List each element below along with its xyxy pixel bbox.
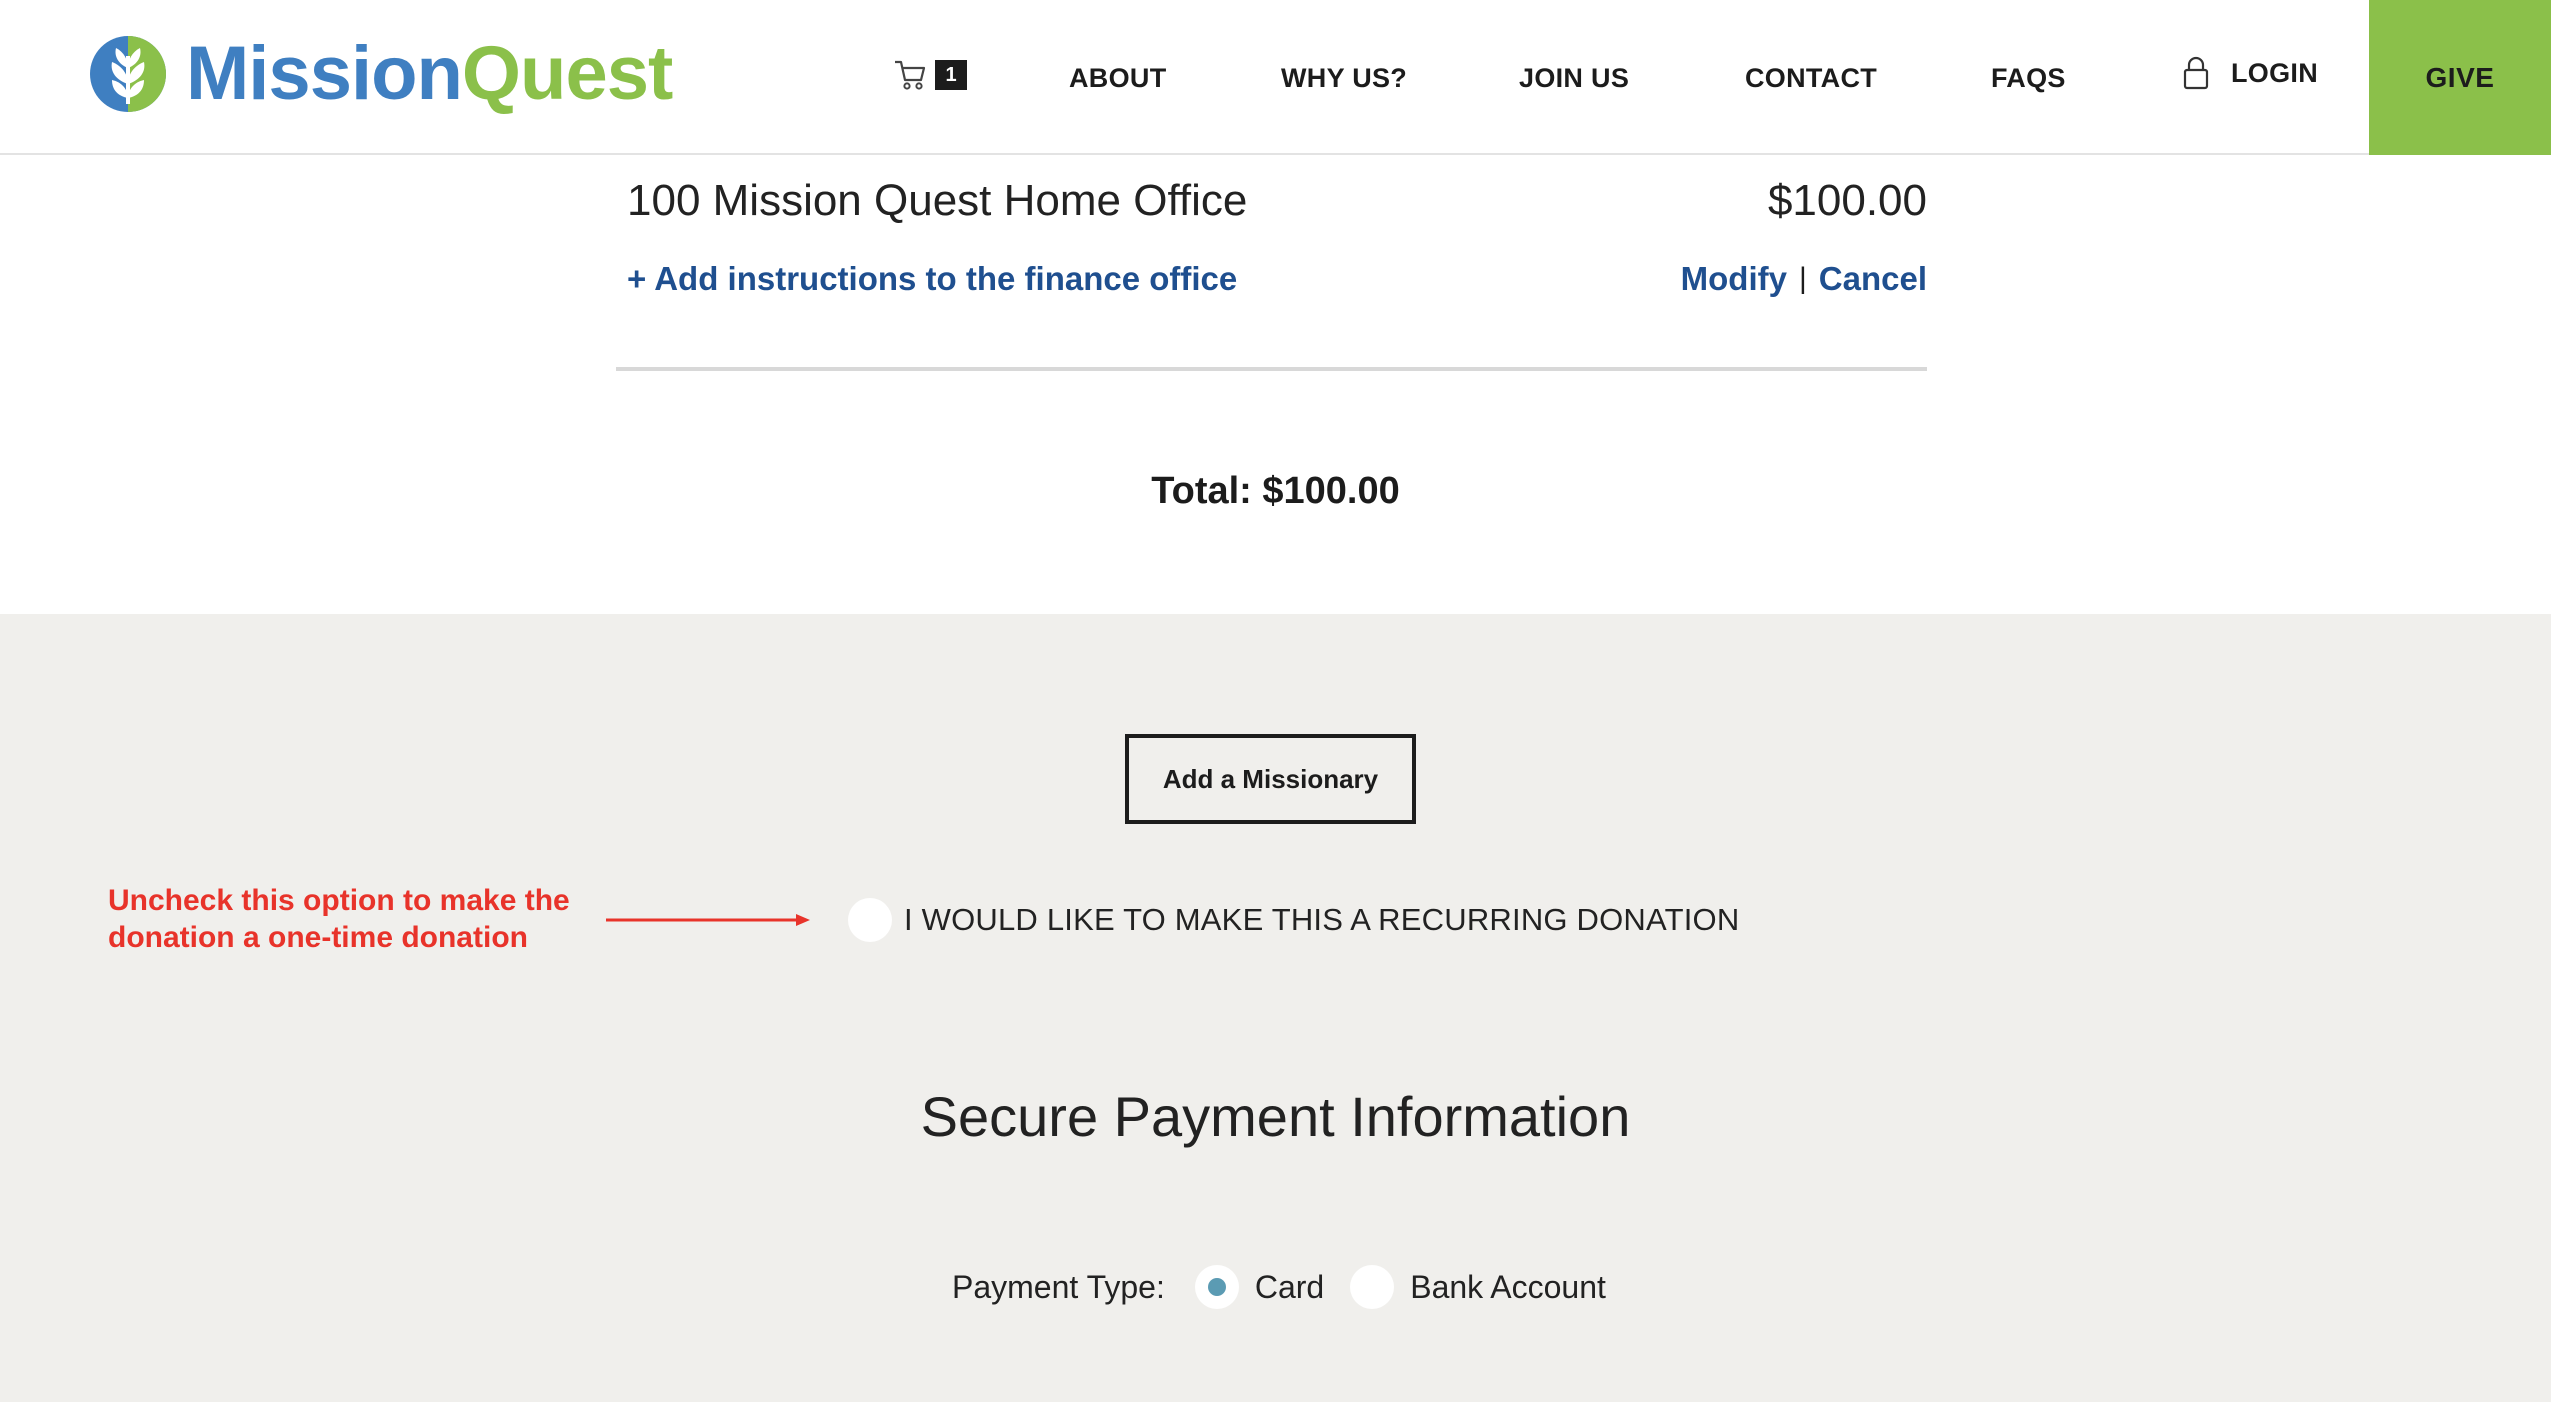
login-label: LOGIN — [2231, 57, 2318, 88]
card-option-label[interactable]: Card — [1255, 1269, 1324, 1306]
payment-option-bank-account[interactable]: Bank Account — [1350, 1265, 1606, 1309]
logo-wordmark: MissionQuest — [186, 36, 673, 112]
add-instructions-link[interactable]: + Add instructions to the finance office — [627, 260, 1237, 298]
missionquest-logo[interactable]: MissionQuest — [88, 32, 673, 116]
cart-count-badge: 1 — [935, 60, 967, 90]
payment-option-card[interactable]: Card — [1194, 1265, 1324, 1309]
recurring-donation-checkbox[interactable] — [848, 898, 892, 942]
bank-account-option-label[interactable]: Bank Account — [1410, 1269, 1606, 1306]
login-link[interactable]: LOGIN — [2183, 56, 2318, 90]
modify-link[interactable]: Modify — [1681, 260, 1787, 298]
action-separator: | — [1798, 262, 1807, 295]
instruction-annotation: Uncheck this option to make the donation… — [108, 882, 628, 956]
recurring-donation-label[interactable]: I WOULD LIKE TO MAKE THIS A RECURRING DO… — [904, 902, 1739, 938]
order-total: Total: $100.00 — [1151, 470, 1400, 512]
cart-item-name: 100 Mission Quest Home Office — [627, 176, 1248, 225]
leaf-logo-icon — [90, 36, 166, 112]
payment-type-label: Payment Type: — [952, 1268, 1165, 1305]
give-button[interactable]: GIVE — [2369, 0, 2551, 155]
add-missionary-button[interactable]: Add a Missionary — [1125, 734, 1416, 824]
nav-faqs[interactable]: FAQS — [1991, 60, 2066, 96]
nav-join-us[interactable]: JOIN US — [1519, 60, 1629, 96]
lock-icon — [2183, 56, 2209, 90]
logo-mission-text: Mission — [186, 31, 463, 116]
cart-item-price: $100.00 — [1767, 176, 1927, 225]
payment-type-group: Payment Type: Card Bank Account — [952, 1265, 1632, 1309]
nav-contact[interactable]: CONTACT — [1745, 60, 1877, 96]
payment-section-title: Secure Payment Information — [920, 1085, 1631, 1148]
cart-divider — [616, 367, 1927, 371]
bank-account-radio[interactable] — [1350, 1265, 1395, 1309]
nav-why-us[interactable]: WHY US? — [1281, 60, 1407, 96]
cart-icon — [895, 60, 926, 90]
cart-item-actions: Modify | Cancel — [1681, 260, 1927, 298]
logo-quest-text: Quest — [461, 31, 673, 116]
annotation-arrow-icon — [606, 914, 810, 926]
nav-about[interactable]: ABOUT — [1069, 60, 1167, 96]
cart-link[interactable]: 1 — [893, 58, 967, 92]
radio-selected-dot — [1207, 1278, 1226, 1296]
annotation-line-1: Uncheck this option to make the — [108, 884, 570, 917]
recurring-donation-option[interactable]: I WOULD LIKE TO MAKE THIS A RECURRING DO… — [848, 898, 1739, 942]
site-header: MissionQuest 1 ABOUT WHY US? JOIN US CON… — [0, 0, 2551, 155]
cancel-link[interactable]: Cancel — [1819, 260, 1927, 298]
annotation-line-2: donation a one-time donation — [108, 921, 528, 954]
card-radio[interactable] — [1194, 1265, 1239, 1309]
